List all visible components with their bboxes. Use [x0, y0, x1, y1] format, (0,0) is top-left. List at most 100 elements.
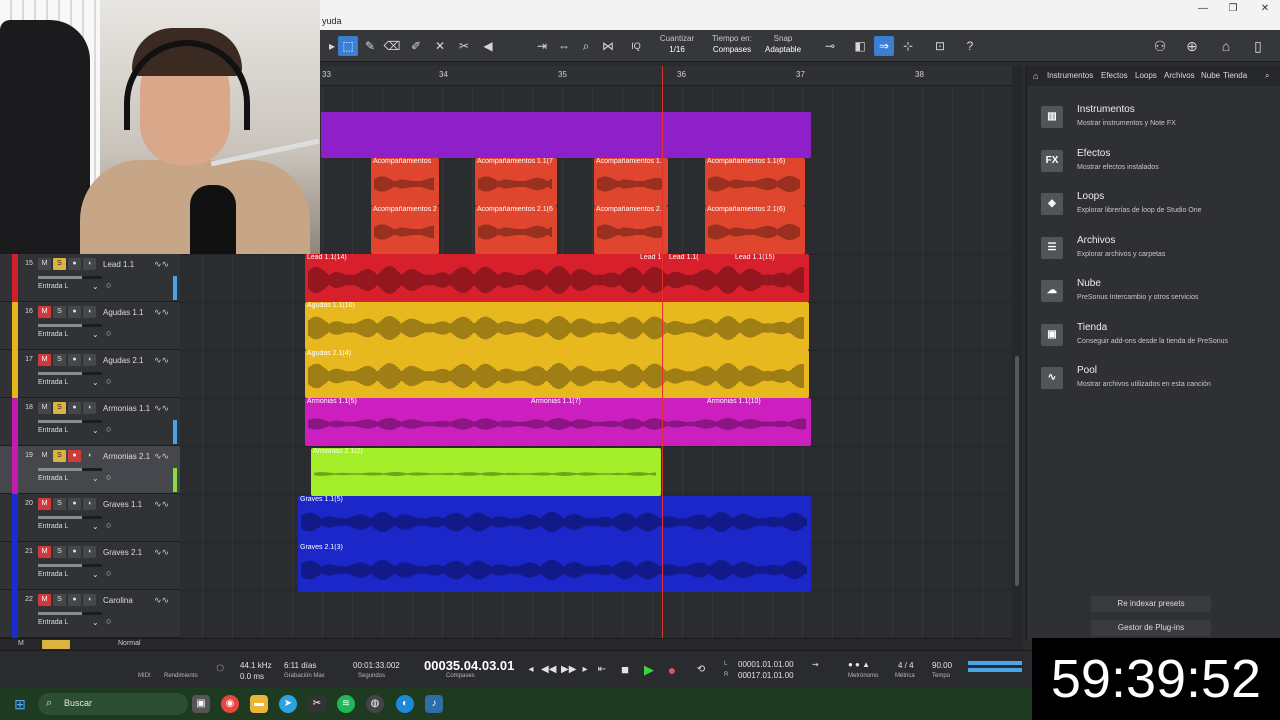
track-name[interactable]: Graves 1.1: [103, 500, 142, 509]
track-name[interactable]: Lead 1.1: [103, 260, 134, 269]
quantize-control[interactable]: Cuantizar 1/16: [652, 34, 702, 54]
record-arm-button[interactable]: ●: [68, 354, 81, 366]
browser-item-tienda[interactable]: ▣ Tienda Conseguir add-ons desde la tienda…: [1039, 322, 1269, 362]
iq-button[interactable]: IQ: [626, 36, 646, 56]
waveform-icon[interactable]: ∿∿: [154, 307, 169, 318]
reindex-presets-button[interactable]: Re indexar presets: [1091, 596, 1211, 612]
solo-button[interactable]: S: [53, 402, 66, 414]
audio-clip-acomp[interactable]: Acompañamientos 1.: [594, 158, 668, 206]
record-arm-button[interactable]: ●: [68, 498, 81, 510]
nudge-icon[interactable]: ⇥: [532, 36, 552, 56]
browser-item-instrumentos[interactable]: ▥ Instrumentos Mostrar instrumentos y Note…: [1039, 104, 1269, 144]
input-monitor-icon[interactable]: ○: [106, 520, 111, 530]
home-icon[interactable]: ⌂: [1033, 71, 1038, 81]
input-select[interactable]: Entrada L: [38, 619, 68, 626]
mute-button[interactable]: M: [38, 258, 51, 270]
solo-button[interactable]: S: [53, 546, 66, 558]
track-header[interactable]: 20 M S ● ◖ Graves 1.1 ∿∿ Entrada L ⌄ ○: [0, 494, 180, 542]
snap-grid-icon[interactable]: ⊸: [820, 36, 840, 56]
input-monitor-icon[interactable]: ○: [106, 328, 111, 338]
tab-loops[interactable]: Loops: [1135, 71, 1157, 80]
volume-fader[interactable]: [38, 276, 102, 279]
monitor-button[interactable]: ◖: [83, 258, 96, 270]
minimize-button[interactable]: —: [1188, 2, 1218, 16]
track-header[interactable]: 18 M S ● ◖ Armonias 1.1 ∿∿ Entrada L ⌄ ○: [0, 398, 180, 446]
tab-nube[interactable]: Nube: [1201, 71, 1220, 80]
record-arm-button[interactable]: ●: [68, 402, 81, 414]
vertical-scrollbar[interactable]: [1012, 66, 1022, 640]
loop-end[interactable]: 00017.01.01.00: [738, 671, 794, 680]
input-monitor-icon[interactable]: ○: [106, 280, 111, 290]
track-name[interactable]: Armonias 2.1: [103, 452, 150, 461]
audio-clip-armonias-1[interactable]: Armonias 1.1(5) Armonias 1.1(7) Armonias…: [305, 398, 811, 446]
audio-clip-acomp[interactable]: Acompañamientos 2.1(6): [705, 206, 805, 254]
input-select[interactable]: Entrada L: [38, 331, 68, 338]
instrument-clip[interactable]: [321, 112, 811, 158]
chevron-down-icon[interactable]: ⌄: [92, 378, 99, 387]
seconds-display[interactable]: 00:01:33.002: [353, 661, 400, 670]
listen-tool-icon[interactable]: ◀: [478, 36, 498, 56]
record-arm-button[interactable]: ●: [68, 594, 81, 606]
volume-fader[interactable]: [38, 612, 102, 615]
close-button[interactable]: ✕: [1250, 2, 1280, 16]
record-arm-button[interactable]: ●: [68, 546, 81, 558]
solo-button[interactable]: S: [53, 306, 66, 318]
solo-button[interactable]: S: [53, 258, 66, 270]
input-select[interactable]: Entrada L: [38, 427, 68, 434]
timeline-ruler[interactable]: 33 34 35 36 37 38: [320, 66, 1022, 86]
browser-item-efectos[interactable]: FX Efectos Mostrar efectos instalados: [1039, 148, 1269, 188]
browser-item-archivos[interactable]: ☰ Archivos Explorar archivos y carpetas: [1039, 235, 1269, 275]
volume-fader[interactable]: [38, 468, 102, 471]
chevron-down-icon[interactable]: ⌄: [92, 570, 99, 579]
taskbar-search[interactable]: ⌕ Buscar: [38, 693, 188, 715]
solo-button[interactable]: S: [53, 354, 66, 366]
help-button[interactable]: ?: [960, 36, 980, 56]
timebase-control[interactable]: Tiempo en: Compases: [704, 34, 760, 54]
file-explorer-icon[interactable]: ▬: [250, 695, 268, 713]
volume-fader[interactable]: [38, 516, 102, 519]
input-select[interactable]: Entrada L: [38, 571, 68, 578]
waveform-icon[interactable]: ∿∿: [154, 499, 169, 510]
tempo-value[interactable]: 90.00: [932, 661, 952, 670]
mute-button[interactable]: M: [38, 402, 51, 414]
track-name[interactable]: Agudas 1.1: [103, 308, 143, 317]
mute-button[interactable]: M: [38, 594, 51, 606]
autoscroll-icon[interactable]: ◧: [850, 36, 870, 56]
track-name[interactable]: Agudas 2.1: [103, 356, 143, 365]
monitor-button[interactable]: ◖: [83, 498, 96, 510]
track-name[interactable]: Carolina: [103, 596, 133, 605]
tab-instrumentos[interactable]: Instrumentos: [1047, 71, 1093, 80]
telegram-icon[interactable]: ➤: [279, 695, 297, 713]
track-header[interactable]: 16 M S ● ◖ Agudas 1.1 ∿∿ Entrada L ⌄ ○: [0, 302, 180, 350]
crosshair-icon[interactable]: ⊡: [930, 36, 950, 56]
record-icon[interactable]: ●: [665, 663, 679, 677]
waveform-icon[interactable]: ∿∿: [154, 547, 169, 558]
view-mode[interactable]: Normal: [118, 640, 141, 647]
audio-clip-agudas-1[interactable]: Agudas 1.1(10): [305, 302, 809, 350]
monitor-button[interactable]: ◖: [83, 546, 96, 558]
loop-start[interactable]: 00001.01.01.00: [738, 660, 794, 669]
snap-control[interactable]: Snap Adaptable: [760, 34, 806, 54]
audio-clip-graves-1[interactable]: Graves 1.1(5): [298, 496, 811, 544]
position-display[interactable]: 00035.04.03.01: [424, 658, 514, 673]
chevron-down-icon[interactable]: ⌄: [92, 330, 99, 339]
punch-icon[interactable]: ⇝: [812, 660, 819, 669]
return-zero-icon[interactable]: ⇤: [595, 663, 609, 677]
waveform-icon[interactable]: ∿∿: [154, 451, 169, 462]
select-tool-icon[interactable]: ⬚: [338, 36, 358, 56]
mute-button[interactable]: M: [38, 498, 51, 510]
input-select[interactable]: Entrada L: [38, 523, 68, 530]
mute-tool-icon[interactable]: ✕: [430, 36, 450, 56]
chevron-down-icon[interactable]: ⌄: [92, 474, 99, 483]
record-arm-button[interactable]: ●: [68, 258, 81, 270]
user-icon[interactable]: ⚇: [1150, 36, 1170, 56]
play-icon[interactable]: ▶: [642, 663, 656, 677]
track-header[interactable]: 19 M S ● ◖ Armonias 2.1 ∿∿ Entrada L ⌄ ○: [0, 446, 180, 494]
input-monitor-icon[interactable]: ○: [106, 424, 111, 434]
track-header[interactable]: 22 M S ● ◖ Carolina ∿∿ Entrada L ⌄ ○: [0, 590, 180, 638]
stop-icon[interactable]: ■: [618, 663, 632, 677]
spotify-icon[interactable]: ≋: [337, 695, 355, 713]
tab-archivos[interactable]: Archivos: [1164, 71, 1195, 80]
scroll-thumb[interactable]: [1015, 356, 1019, 586]
maximize-button[interactable]: ❐: [1218, 2, 1248, 16]
